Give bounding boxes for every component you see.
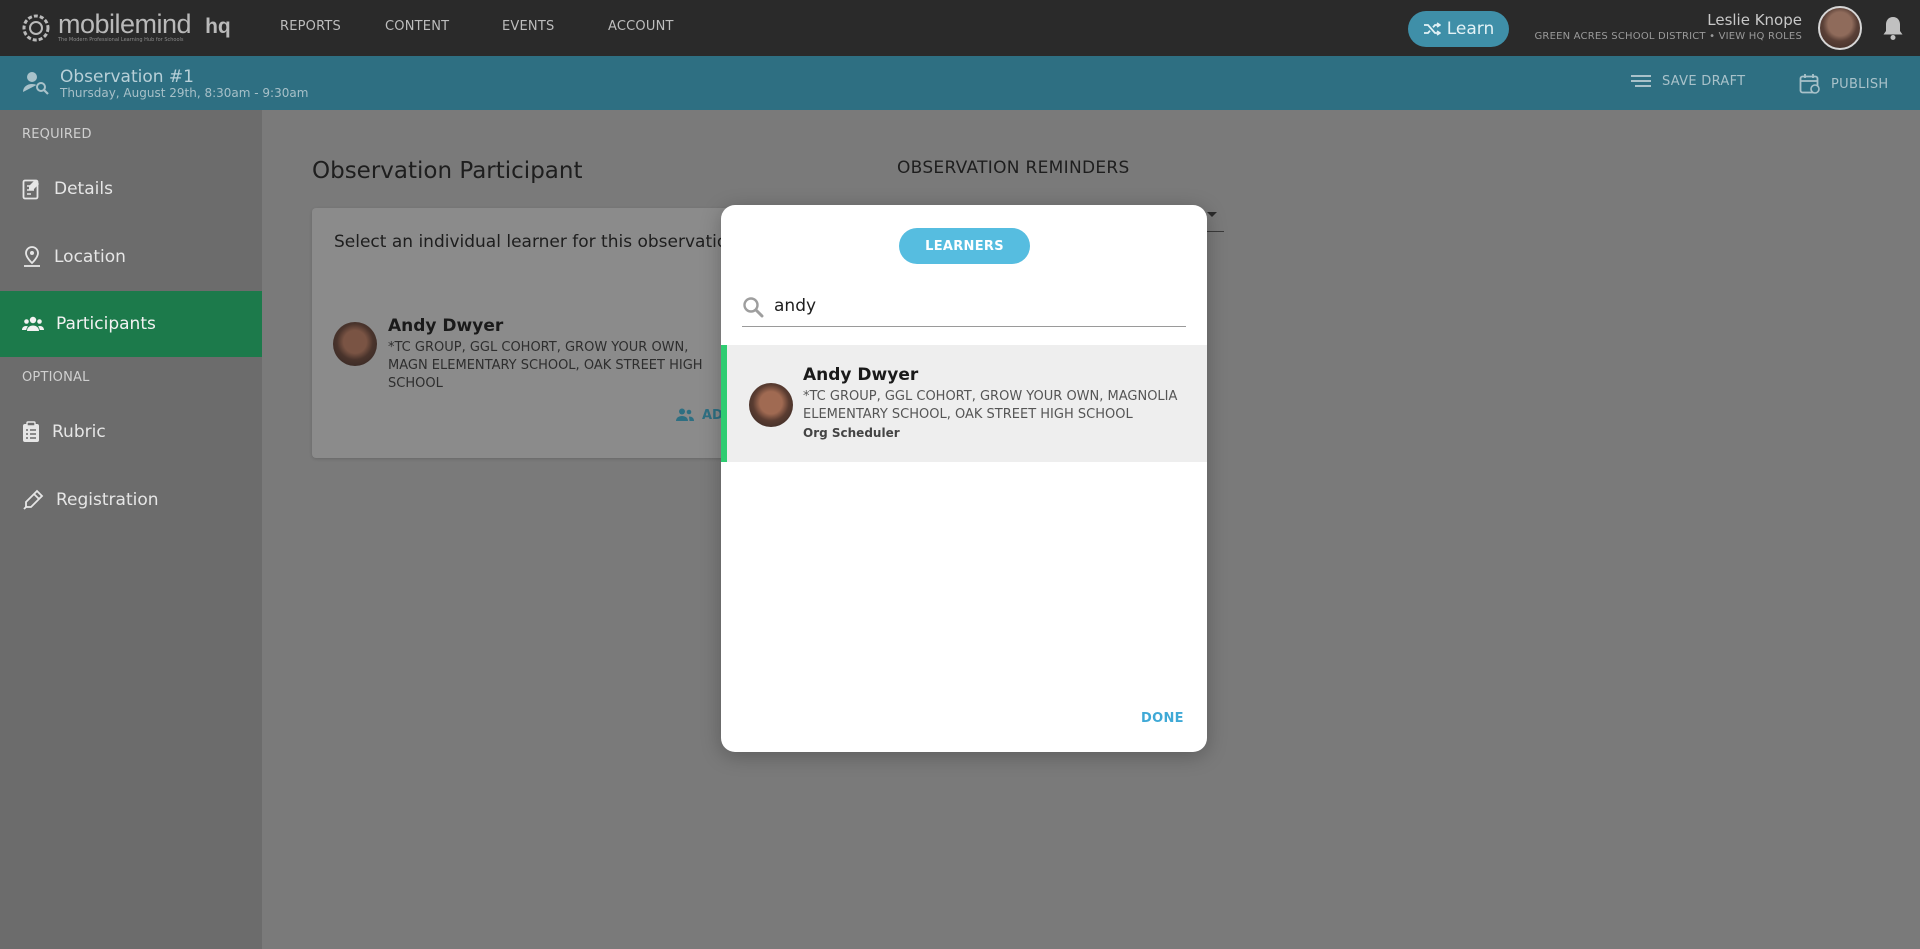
learn-button[interactable]: Learn [1408, 11, 1509, 47]
participant-name: Andy Dwyer [388, 316, 504, 336]
user-search-icon [23, 72, 49, 95]
user-district-roles[interactable]: GREEN ACRES SCHOOL DISTRICT • VIEW HQ RO… [1534, 31, 1802, 42]
mobilemind-logo[interactable]: mobilemind The Modern Professional Learn… [20, 9, 231, 46]
dropdown-caret-icon[interactable] [1207, 212, 1217, 217]
sidebar: REQUIRED Details Location Participants O… [0, 110, 262, 949]
pen-icon [23, 489, 44, 510]
optional-section-label: OPTIONAL [22, 370, 90, 385]
sidebar-item-details[interactable]: Details [0, 156, 262, 222]
nav-content[interactable]: CONTENT [385, 19, 449, 34]
add-participant-button[interactable]: AD [674, 407, 723, 423]
shuffle-icon [1423, 22, 1441, 36]
nav-reports[interactable]: REPORTS [280, 19, 341, 34]
add-participant-label: AD [702, 407, 723, 423]
sidebar-item-registration[interactable]: Registration [0, 467, 262, 533]
observation-date: Thursday, August 29th, 8:30am - 9:30am [60, 86, 309, 100]
sidebar-item-label: Rubric [52, 422, 106, 442]
learners-tab[interactable]: LEARNERS [899, 228, 1030, 264]
sidebar-item-rubric[interactable]: Rubric [0, 399, 262, 465]
add-users-icon [676, 408, 694, 421]
logo-word: mobilemind [58, 9, 192, 39]
learn-label: Learn [1446, 19, 1495, 39]
clipboard-icon [23, 421, 39, 442]
location-pin-icon [24, 246, 40, 267]
bell-icon[interactable] [1882, 15, 1904, 41]
participant-avatar [333, 322, 377, 366]
done-button[interactable]: DONE [1141, 711, 1184, 726]
sidebar-item-participants[interactable]: Participants [0, 291, 262, 357]
learner-name: Andy Dwyer [803, 365, 919, 385]
publish-label: PUBLISH [1831, 76, 1889, 92]
sidebar-item-label: Location [54, 247, 126, 267]
observation-title: Observation #1 [60, 67, 194, 87]
sidebar-item-label: Participants [56, 314, 156, 334]
nav-events[interactable]: EVENTS [502, 19, 554, 34]
learner-search [742, 288, 1186, 327]
publish-button[interactable]: PUBLISH [1799, 73, 1888, 95]
participant-prompt: Select an individual learner for this ob… [334, 232, 744, 252]
logo-hq: hq [205, 15, 231, 38]
learner-avatar [749, 383, 793, 427]
search-input[interactable] [774, 292, 1174, 320]
learner-result-row[interactable]: Andy Dwyer *TC GROUP, GGL COHORT, GROW Y… [721, 345, 1207, 462]
participants-icon [22, 316, 44, 331]
top-navigation-bar: mobilemind The Modern Professional Learn… [0, 0, 1920, 56]
observation-reminders-title: OBSERVATION REMINDERS [897, 158, 1130, 178]
gear-logo-icon [22, 14, 50, 42]
menu-lines-icon [1631, 75, 1651, 87]
save-draft-button[interactable]: SAVE DRAFT [1630, 73, 1745, 89]
sidebar-item-label: Details [54, 179, 113, 199]
search-icon [743, 297, 764, 318]
details-icon [22, 179, 39, 200]
nav-account[interactable]: ACCOUNT [608, 19, 674, 34]
logo-text: mobilemind The Modern Professional Learn… [58, 9, 192, 44]
page-title: Observation Participant [312, 158, 583, 184]
calendar-icon [1799, 74, 1820, 94]
user-avatar[interactable] [1818, 6, 1862, 50]
save-draft-label: SAVE DRAFT [1662, 73, 1746, 89]
required-section-label: REQUIRED [22, 127, 92, 142]
observation-header-bar: Observation #1 Thursday, August 29th, 8:… [0, 56, 1920, 110]
participant-groups: *TC GROUP, GGL COHORT, GROW YOUR OWN, MA… [388, 340, 703, 391]
sidebar-item-label: Registration [56, 490, 159, 510]
user-name[interactable]: Leslie Knope [1707, 11, 1802, 29]
sidebar-item-location[interactable]: Location [0, 224, 262, 290]
learner-role: Org Scheduler [803, 426, 900, 440]
logo-tagline: The Modern Professional Learning Hub for… [58, 37, 184, 43]
learner-groups: *TC GROUP, GGL COHORT, GROW YOUR OWN, MA… [803, 389, 1178, 422]
select-learner-modal: LEARNERS Andy Dwyer *TC GROUP, GGL COHOR… [721, 205, 1207, 752]
